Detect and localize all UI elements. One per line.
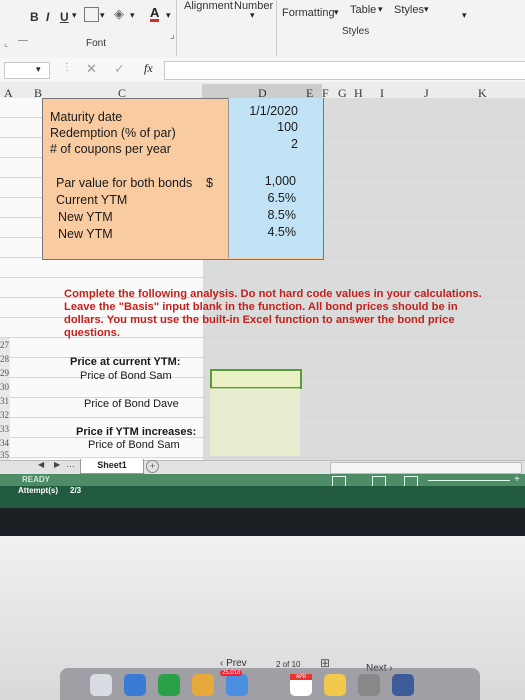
label-price-bond-sam-increase: Price of Bond Sam xyxy=(88,439,180,451)
row-header[interactable]: 29 xyxy=(0,368,9,378)
bold-button[interactable]: B xyxy=(30,10,39,24)
formula-input[interactable] xyxy=(164,61,525,80)
heading-price-current-ytm: Price at current YTM: xyxy=(70,356,181,368)
label-par-value[interactable]: Par value for both bonds xyxy=(56,176,192,190)
instructions-text: Complete the following analysis. Do not … xyxy=(64,288,482,339)
browser-icon[interactable] xyxy=(124,674,146,696)
value-coupons-per-year[interactable]: 2 xyxy=(228,137,298,151)
app-icon[interactable] xyxy=(392,674,414,696)
underline-button[interactable]: U xyxy=(60,10,69,24)
attempts-label: Attempt(s) xyxy=(18,486,58,495)
font-group-label: Font xyxy=(86,38,107,49)
row-header[interactable]: 28 xyxy=(0,354,9,364)
row-header[interactable]: 33 xyxy=(0,424,9,434)
screen-band xyxy=(0,508,525,536)
cell-styles-button[interactable]: Styles xyxy=(394,4,424,16)
answer-cell-price-bond-sam[interactable] xyxy=(210,369,302,389)
row-header[interactable]: 27 xyxy=(0,340,9,350)
label-redemption[interactable]: Redemption (% of par) xyxy=(50,126,176,140)
divider xyxy=(276,0,277,56)
fill-color-icon[interactable]: ◈ xyxy=(114,6,124,22)
mail-icon[interactable]: 25,018 xyxy=(220,670,248,696)
ribbon-more-icon[interactable]: ▾ xyxy=(462,10,467,21)
row-header[interactable]: 34 xyxy=(0,438,9,448)
finder-icon[interactable] xyxy=(90,674,112,696)
clipboard-launcher-icon[interactable]: ⌞ xyxy=(4,38,8,49)
horizontal-scrollbar[interactable] xyxy=(330,462,522,474)
format-as-table-button[interactable]: Table xyxy=(350,4,376,16)
label-coupons-per-year[interactable]: # of coupons per year xyxy=(50,142,171,156)
notes-icon[interactable] xyxy=(324,674,346,696)
status-ready: READY xyxy=(22,475,51,484)
row-header[interactable]: 35 xyxy=(0,450,9,460)
underline-dropdown-icon[interactable]: ▾ xyxy=(72,10,77,21)
table-dropdown-icon[interactable]: ▾ xyxy=(378,4,383,15)
row-header[interactable]: 32 xyxy=(0,410,9,420)
dock: 25,018 APR xyxy=(60,668,480,700)
zoom-slider[interactable] xyxy=(428,480,510,481)
row-header[interactable]: 30 xyxy=(0,382,9,392)
attempts-bar: Attempt(s) 2/3 xyxy=(0,486,525,508)
label-current-ytm[interactable]: Current YTM xyxy=(56,193,127,207)
mail-badge: 25,018 xyxy=(220,670,243,676)
row-header[interactable]: 31 xyxy=(0,396,9,406)
enter-icon[interactable]: ✓ xyxy=(114,61,125,77)
ribbon: B I U ▾ ▾ ◈ ▾ A ▾ Font ⌞ ⌟ Alignment Num… xyxy=(0,0,525,59)
name-box-dropdown-icon[interactable]: ▾ xyxy=(36,64,41,75)
zoom-in-icon[interactable]: + xyxy=(514,474,520,485)
label-maturity-date[interactable]: Maturity date xyxy=(50,110,122,124)
conditional-formatting-button[interactable]: Formatting xyxy=(282,7,335,19)
value-new-ytm-2[interactable]: 4.5% xyxy=(226,225,297,239)
fill-color-dropdown-icon[interactable]: ▾ xyxy=(130,10,135,21)
label-price-bond-dave: Price of Bond Dave xyxy=(84,398,179,410)
next-sheet-icon[interactable]: ▶ xyxy=(54,460,60,469)
dollar-sign[interactable]: $ xyxy=(206,176,213,190)
value-maturity-date[interactable]: 1/1/2020 xyxy=(228,104,298,118)
formula-bar-grip-icon: ⋮ xyxy=(62,62,72,73)
label-new-ytm-2[interactable]: New YTM xyxy=(58,227,113,241)
label-new-ytm-1[interactable]: New YTM xyxy=(58,210,113,224)
formula-bar: ▾ ⋮ ✕ ✓ fx xyxy=(0,58,525,83)
value-par-value[interactable]: 1,000 xyxy=(226,174,296,188)
formatting-dropdown-icon[interactable]: ▾ xyxy=(334,7,339,18)
more-sheets-icon[interactable]: … xyxy=(66,459,75,469)
value-current-ytm[interactable]: 6.5% xyxy=(226,191,297,205)
divider xyxy=(176,0,177,56)
label-price-bond-sam-current: Price of Bond Sam xyxy=(80,370,172,382)
divider xyxy=(18,40,28,41)
name-box[interactable] xyxy=(4,62,50,79)
sheet-tab-sheet1[interactable]: Sheet1 xyxy=(80,459,144,474)
styles-group-label: Styles xyxy=(342,26,370,37)
insert-function-button[interactable]: fx xyxy=(144,61,153,76)
prev-sheet-icon[interactable]: ◀ xyxy=(38,460,44,469)
attempts-value: 2/3 xyxy=(70,486,82,495)
italic-button[interactable]: I xyxy=(46,10,49,24)
add-sheet-icon[interactable]: + xyxy=(146,460,159,473)
value-redemption[interactable]: 100 xyxy=(228,120,298,134)
answer-cells-area xyxy=(210,388,300,456)
number-dropdown-icon[interactable]: ▾ xyxy=(250,10,255,21)
photos-icon[interactable] xyxy=(192,674,214,696)
calendar-icon[interactable]: APR xyxy=(290,674,312,696)
cancel-icon[interactable]: ✕ xyxy=(86,61,97,77)
alignment-button[interactable]: Alignment xyxy=(184,0,233,12)
borders-dropdown-icon[interactable]: ▾ xyxy=(100,10,105,21)
styles-dropdown-icon[interactable]: ▾ xyxy=(424,4,429,15)
messages-icon[interactable] xyxy=(158,674,180,696)
borders-icon[interactable] xyxy=(84,7,99,22)
heading-price-ytm-increases: Price if YTM increases: xyxy=(76,426,197,438)
calendar-month: APR xyxy=(290,674,312,680)
font-launcher-icon[interactable]: ⌟ xyxy=(170,30,175,41)
font-color-dropdown-icon[interactable]: ▾ xyxy=(166,10,171,21)
font-color-icon[interactable]: A xyxy=(150,6,160,22)
settings-icon[interactable] xyxy=(358,674,380,696)
value-new-ytm-1[interactable]: 8.5% xyxy=(226,208,297,222)
